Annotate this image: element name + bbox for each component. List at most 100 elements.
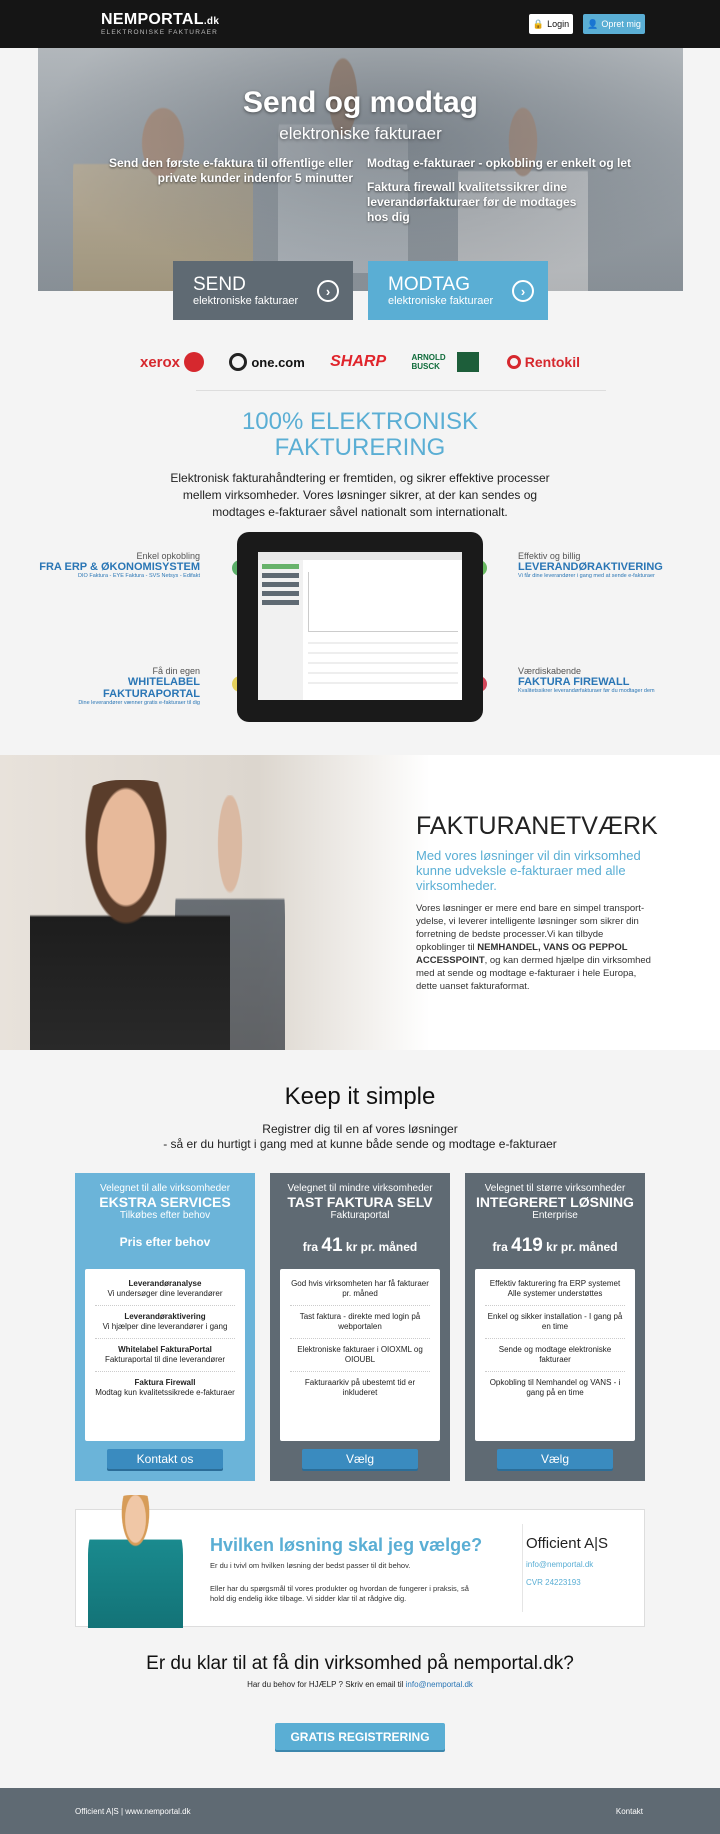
card-price: fra 41 kr pr. måned bbox=[270, 1235, 450, 1257]
feature-firewall: Værdiskabende FAKTURA FIREWALL Kvalitets… bbox=[518, 666, 688, 694]
list-item-title: Whitelabel FakturaPortal bbox=[118, 1345, 212, 1354]
login-label: Login bbox=[547, 19, 570, 29]
card-title: EKSTRA SERVICES bbox=[99, 1194, 231, 1210]
company-cvr: CVR 24223193 bbox=[526, 1578, 581, 1587]
price-suffix: kr pr. måned bbox=[546, 1240, 618, 1254]
feature-leverandor: Effektiv og billig LEVERANDØRAKTIVERING … bbox=[518, 551, 688, 579]
simple-subtitle-2: - så er du hurtigt i gang med at kunne b… bbox=[163, 1137, 557, 1151]
vaelg-tast-button[interactable]: Vælg bbox=[302, 1449, 418, 1469]
chevron-right-icon: › bbox=[512, 280, 534, 302]
list-item-title: Leverandøraktivering bbox=[124, 1312, 206, 1321]
list-item: Fakturaarkiv på ubestemt tid er inkluder… bbox=[304, 1378, 416, 1397]
price-number: 419 bbox=[511, 1235, 543, 1256]
rentokil-mark-icon bbox=[506, 355, 521, 369]
card-subtitle: Fakturaportal bbox=[330, 1210, 390, 1221]
help-email-link[interactable]: info@nemportal.dk bbox=[526, 1560, 593, 1569]
feature-whitelabel-title: WHITELABEL FAKTURAPORTAL bbox=[103, 676, 200, 700]
simple-subtitle-1: Registrer dig til en af vores løsninger bbox=[262, 1122, 458, 1136]
list-item: God hvis virksomheten har få fakturaer p… bbox=[290, 1273, 430, 1306]
network-photo-woman bbox=[30, 780, 230, 1050]
feature-erp-kicker: Enkel opkobling bbox=[136, 551, 200, 561]
network-lead: Med vores løsninger vil din virksomhed k… bbox=[416, 848, 641, 893]
simple-subtitle: Registrer dig til en af vores løsninger … bbox=[0, 1122, 720, 1152]
feature-firewall-kicker: Værdiskabende bbox=[518, 666, 582, 676]
footer-kontakt-link[interactable]: Kontakt bbox=[616, 1807, 643, 1816]
sharp-logo: SHARP bbox=[330, 353, 386, 371]
screen-row bbox=[308, 652, 458, 654]
tablet-screen-dashboard bbox=[258, 552, 462, 700]
section-title-line-2: FAKTURERING bbox=[274, 434, 446, 461]
list-item: Sende og modtage elektroniske fakturaer bbox=[485, 1339, 625, 1372]
kontakt-os-button[interactable]: Kontakt os bbox=[107, 1449, 223, 1469]
ready-title: Er du klar til at få din virksomhed på n… bbox=[146, 1653, 574, 1674]
section-intro: Elektronisk fakturahåndtering er fremtid… bbox=[170, 471, 550, 519]
sharp-logo-text: SHARP bbox=[330, 353, 387, 370]
ready-email-link[interactable]: info@nemportal.dk bbox=[406, 1680, 473, 1689]
list-item: Enkel og sikker installation - I gang på… bbox=[485, 1306, 625, 1339]
list-item: Leverandøraktivering Vi hjælper dine leve… bbox=[95, 1306, 235, 1339]
list-item-title: Faktura Firewall bbox=[134, 1378, 196, 1387]
vaelg-integreret-button[interactable]: Vælg bbox=[497, 1449, 613, 1469]
login-button[interactable]: 🔒 Login bbox=[529, 14, 573, 34]
pricing-card-ekstra: Velegnet til alle virksomheder EKSTRA SE… bbox=[75, 1173, 255, 1481]
list-item-text: Vi hjælper dine leverandører i gang bbox=[102, 1322, 228, 1331]
screen-chart bbox=[308, 572, 458, 632]
feature-whitelabel-desc: Dine leverandører vænner gratis e-faktur… bbox=[78, 700, 200, 706]
card-kicker: Velegnet til alle virksomheder bbox=[99, 1183, 231, 1194]
help-box: Hvilken løsning skal jeg vælge? Er du i … bbox=[75, 1495, 645, 1628]
network-body: Vores løsninger er mere end bare en simp… bbox=[416, 902, 651, 993]
screen-sidebar bbox=[258, 560, 303, 700]
pricing-card-integreret: Velegnet til større virksomheder INTEGRE… bbox=[465, 1173, 645, 1481]
simple-title: Keep it simple bbox=[284, 1083, 436, 1110]
feature-whitelabel: Få din egen WHITELABEL FAKTURAPORTAL Din… bbox=[30, 666, 200, 706]
feature-leverandor-title: LEVERANDØRAKTIVERING bbox=[518, 561, 663, 573]
signup-label: Opret mig bbox=[601, 19, 641, 29]
feature-erp: Enkel opkobling FRA ERP & ØKONOMISYSTEM … bbox=[30, 551, 200, 579]
section-title-elektronisk: 100% ELEKTRONISK FAKTURERING bbox=[0, 409, 720, 461]
nemportal-logo[interactable]: NEMPORTAL.dk ELEKTRONISKE FAKTURAER bbox=[101, 11, 219, 36]
footer-copyright: Officient A|S | www.nemportal.dk bbox=[75, 1807, 191, 1816]
gratis-registrering-button[interactable]: GRATIS REGISTRERING bbox=[275, 1723, 445, 1750]
feature-leverandor-kicker: Effektiv og billig bbox=[518, 551, 581, 561]
hero-right-text-1: Modtag e-fakturaer - opkobling er enkelt… bbox=[367, 156, 632, 170]
card-kicker: Velegnet til større virksomheder bbox=[484, 1183, 626, 1194]
send-cta-button[interactable]: SEND elektroniske fakturaer › bbox=[173, 261, 353, 320]
price-prefix: fra bbox=[302, 1240, 319, 1254]
list-item: Leverandøranalyse Vi undersøger dine leve… bbox=[95, 1273, 235, 1306]
hero-left-text: Send den første e-faktura til offentlige… bbox=[108, 156, 353, 185]
card-price: fra 419 kr pr. måned bbox=[465, 1235, 645, 1257]
screen-row bbox=[308, 682, 458, 684]
feature-leverandor-desc: Vi får dine leverandører i gang med at s… bbox=[518, 573, 655, 579]
screen-topbar bbox=[258, 552, 462, 560]
list-item-text: Modtag kun kvalitetssikrede e-fakturaer bbox=[95, 1388, 235, 1397]
arnold-busck-logo: ARNOLD BUSCK bbox=[411, 352, 481, 372]
onecom-mark-icon bbox=[229, 353, 248, 371]
footer: Officient A|S | www.nemportal.dk Kontakt bbox=[0, 1788, 720, 1834]
section-title-line-1: 100% ELEKTRONISK bbox=[241, 408, 479, 435]
pricing-card-tast: Velegnet til mindre virksomheder TAST FA… bbox=[270, 1173, 450, 1481]
onecom-logo-text: one.com bbox=[251, 354, 305, 370]
help-title: Hvilken løsning skal jeg vælge? bbox=[210, 1535, 483, 1555]
modtag-cta-button[interactable]: MODTAG elektroniske fakturaer › bbox=[368, 261, 548, 320]
feature-firewall-desc: Kvalitetssikrer leverandørfakturaer før … bbox=[518, 688, 655, 694]
signup-button[interactable]: 👤 Opret mig bbox=[583, 14, 645, 34]
card-feature-list: God hvis virksomheten har få fakturaer p… bbox=[280, 1269, 440, 1441]
top-navbar: NEMPORTAL.dk ELEKTRONISKE FAKTURAER 🔒 Log… bbox=[0, 0, 720, 48]
list-item: Opkobling til Nemhandel og VANS - i gang… bbox=[489, 1378, 621, 1397]
list-item: Elektroniske fakturaer i OIOXML og OIOUB… bbox=[290, 1339, 430, 1372]
feature-erp-title: FRA ERP & ØKONOMISYSTEM bbox=[39, 561, 200, 573]
list-item: Faktura Firewall Modtag kun kvalitetssikr… bbox=[95, 1372, 235, 1404]
hero-title: Send og modtag bbox=[243, 86, 478, 119]
hero-right-text-2: Faktura firewall kvalitetssikrer dine le… bbox=[367, 180, 577, 224]
help-divider bbox=[522, 1524, 523, 1612]
rentokil-logo: Rentokil bbox=[506, 354, 580, 370]
price-suffix: kr pr. måned bbox=[345, 1240, 418, 1254]
feature-firewall-title: FAKTURA FIREWALL bbox=[518, 676, 630, 688]
arnold-busck-mark-icon bbox=[457, 352, 480, 372]
price-prefix: fra bbox=[492, 1240, 508, 1254]
help-text-1: Er du i tvivl om hvilken løsning der bed… bbox=[210, 1561, 411, 1570]
card-kicker: Velegnet til mindre virksomheder bbox=[287, 1183, 433, 1194]
list-item: Tast faktura - direkte med login på webp… bbox=[290, 1306, 430, 1339]
help-text-2: Eller har du spørgsmål til vores produkt… bbox=[210, 1584, 469, 1603]
arnold-busck-logo-text: ARNOLD BUSCK bbox=[411, 353, 446, 371]
